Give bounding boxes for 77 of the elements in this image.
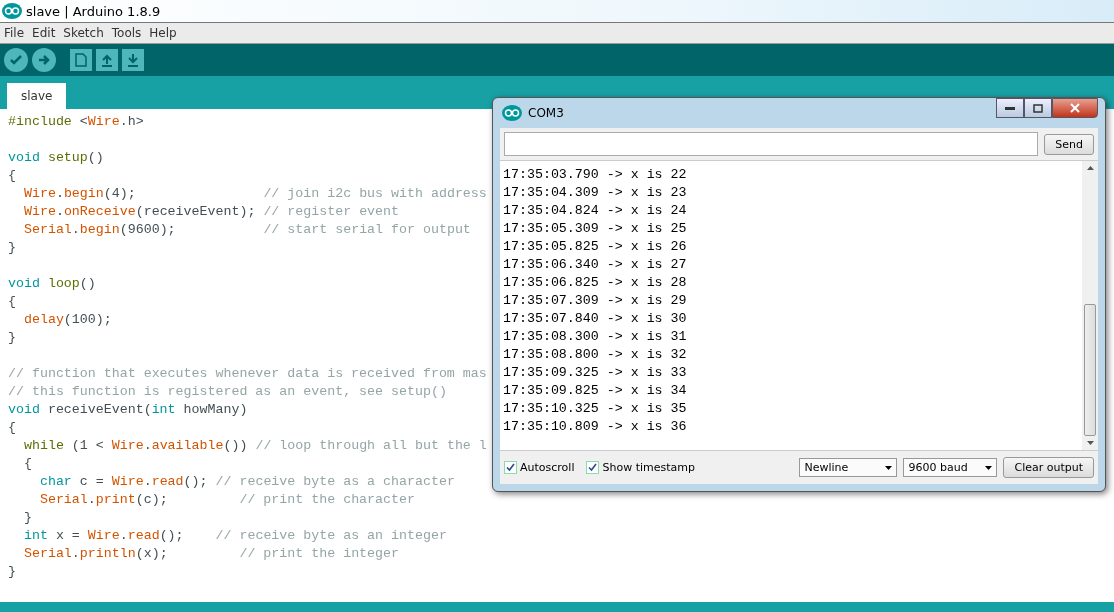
baud-rate-dropdown[interactable]: 9600 baud bbox=[903, 458, 998, 477]
serial-output-line: 17:35:10.325 -> x is 35 bbox=[503, 400, 688, 418]
code-line: char c = Wire.read(); // receive byte as a character bbox=[38, 473, 455, 491]
menu-item[interactable]: Tools bbox=[107, 26, 146, 40]
code-line: void loop() bbox=[8, 275, 96, 293]
serial-output-line: 17:35:09.325 -> x is 33 bbox=[503, 364, 688, 382]
checkbox[interactable] bbox=[504, 461, 517, 474]
serial-output-line: 17:35:04.824 -> x is 24 bbox=[503, 202, 688, 220]
serial-output-line: 17:35:09.825 -> x is 34 bbox=[503, 382, 688, 400]
serial-output-line: 17:35:06.340 -> x is 27 bbox=[503, 256, 688, 274]
serial-output-line: 17:35:08.300 -> x is 31 bbox=[503, 328, 688, 346]
serial-output-line: 17:35:05.309 -> x is 25 bbox=[503, 220, 688, 238]
code-line: } bbox=[8, 563, 16, 581]
code-line: Wire.onReceive(receiveEvent); // register event bbox=[22, 203, 400, 221]
code-line: Serial.print(c); // print the character bbox=[38, 491, 415, 509]
code-line: { bbox=[8, 167, 16, 185]
serial-output-line: 17:35:07.840 -> x is 30 bbox=[503, 310, 688, 328]
code-line: } bbox=[8, 239, 16, 257]
code-line: void setup() bbox=[8, 149, 104, 167]
menu-item[interactable]: Sketch bbox=[59, 26, 108, 40]
checkmark-icon bbox=[9, 53, 23, 67]
caret-icon bbox=[985, 465, 993, 470]
maximize-icon bbox=[1033, 103, 1043, 113]
right-arrow-icon bbox=[37, 53, 51, 67]
minimize-icon bbox=[1005, 106, 1015, 110]
serial-output-line: 17:35:03.790 -> x is 22 bbox=[503, 166, 688, 184]
serial-output-line: 17:35:07.309 -> x is 29 bbox=[503, 292, 688, 310]
line-ending-dropdown[interactable]: Newline bbox=[799, 458, 898, 477]
send-button[interactable]: Send bbox=[1044, 133, 1094, 155]
scroll-down-icon[interactable] bbox=[1086, 441, 1094, 445]
code-line: { bbox=[8, 293, 16, 311]
close-icon bbox=[1070, 103, 1080, 113]
window-title: COM3 bbox=[528, 106, 565, 120]
open-button[interactable] bbox=[96, 49, 118, 71]
clear-output-button[interactable]: Clear output bbox=[1003, 457, 1094, 478]
code-line: int x = Wire.read(); // receive byte as an integer bbox=[22, 527, 447, 545]
close-button[interactable] bbox=[1052, 98, 1098, 118]
upload-button[interactable] bbox=[32, 48, 56, 72]
serial-output-line: 17:35:08.800 -> x is 32 bbox=[503, 346, 688, 364]
code-line: while (1 < Wire.available()) // loop through all but the l bbox=[22, 437, 487, 455]
infinity-logo-icon bbox=[2, 3, 22, 19]
code-line: } bbox=[22, 509, 32, 527]
scrollbar[interactable] bbox=[1082, 161, 1098, 450]
send-input-field[interactable] bbox=[504, 132, 1039, 156]
infinity-logo-icon bbox=[502, 105, 522, 121]
code-line: Serial.begin(9600); // start serial for output bbox=[22, 221, 471, 239]
code-line: // this function is registered as an event, see setup() bbox=[8, 383, 447, 401]
checkbox-label: Autoscroll bbox=[520, 461, 575, 474]
serial-output-line: 17:35:06.825 -> x is 28 bbox=[503, 274, 688, 292]
minimize-button[interactable] bbox=[996, 98, 1024, 118]
code-line: #include <Wire.h> bbox=[8, 113, 144, 131]
save-button[interactable] bbox=[122, 49, 144, 71]
up-arrow-icon bbox=[100, 53, 114, 67]
code-line: void receiveEvent(int howMany) bbox=[8, 401, 248, 419]
checkbox-label: Show timestamp bbox=[602, 461, 695, 474]
scroll-up-icon[interactable] bbox=[1086, 166, 1094, 170]
maximize-button[interactable] bbox=[1024, 98, 1052, 118]
code-line: } bbox=[8, 329, 16, 347]
code-line: Wire.begin(4); // join i2c bus with address bbox=[22, 185, 487, 203]
document-icon bbox=[75, 53, 87, 67]
menu-item[interactable]: File bbox=[0, 26, 29, 40]
code-line: delay(100); bbox=[22, 311, 112, 329]
file-tab[interactable]: slave bbox=[7, 83, 67, 109]
menu-item[interactable]: Help bbox=[145, 26, 181, 40]
code-line: { bbox=[22, 455, 32, 473]
verify-button[interactable] bbox=[4, 48, 28, 72]
serial-output-line: 17:35:10.809 -> x is 36 bbox=[503, 418, 688, 436]
down-arrow-icon bbox=[126, 53, 140, 67]
checkbox[interactable] bbox=[586, 461, 600, 474]
serial-output-line: 17:35:04.309 -> x is 23 bbox=[503, 184, 688, 202]
serial-output-line: 17:35:05.825 -> x is 26 bbox=[503, 238, 688, 256]
caret-icon bbox=[885, 465, 893, 470]
code-line: { bbox=[8, 419, 16, 437]
code-line: Serial.println(x); // print the integer bbox=[22, 545, 399, 563]
window-title: slave | Arduino 1.8.9 bbox=[26, 3, 161, 19]
menu-item[interactable]: Edit bbox=[28, 26, 60, 40]
code-line: // function that executes whenever data is received from mas bbox=[8, 365, 487, 383]
